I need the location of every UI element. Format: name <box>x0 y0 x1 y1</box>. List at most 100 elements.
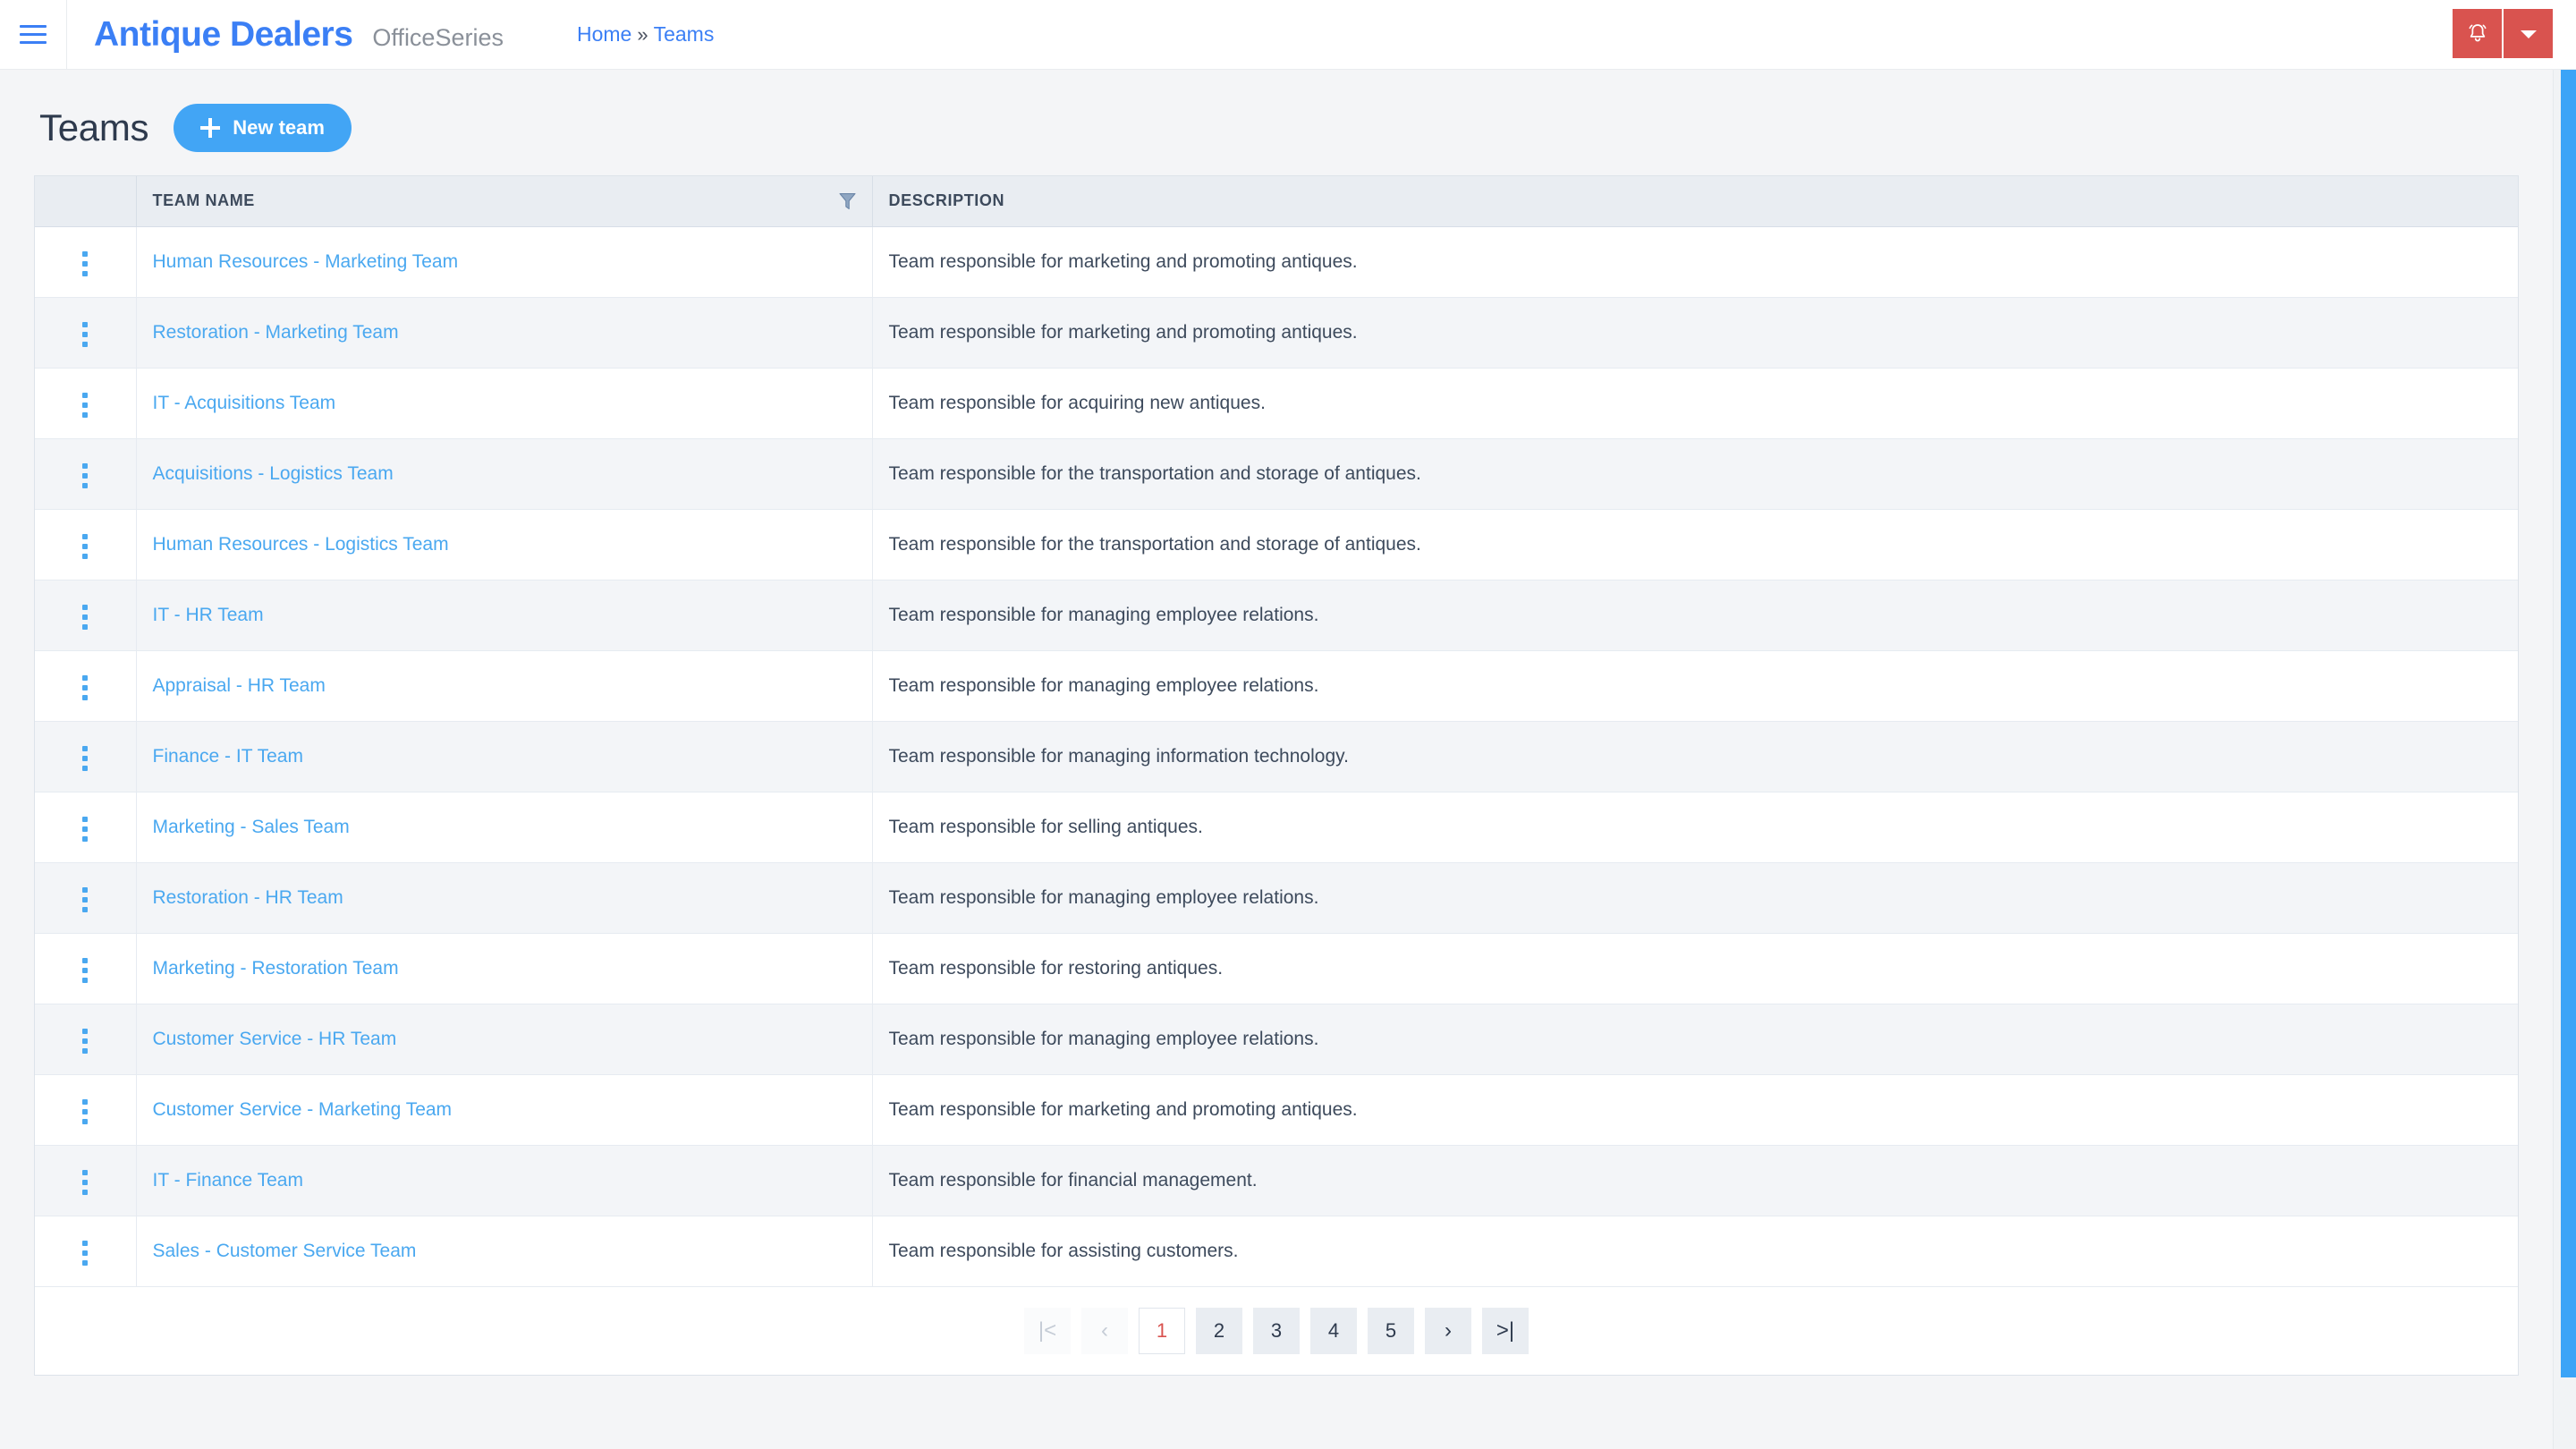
table-row: Marketing - Restoration Team Team respons… <box>35 933 2518 1004</box>
pagination: |< ‹ 1 2 3 4 5 › >| <box>35 1286 2518 1375</box>
row-actions-cell <box>35 438 137 510</box>
plus-icon <box>200 118 221 138</box>
page-scrollbar-thumb[interactable] <box>2561 70 2576 1377</box>
kebab-menu-icon[interactable] <box>68 1021 102 1061</box>
row-actions-cell <box>35 368 137 439</box>
team-name-link[interactable]: Finance - IT Team <box>153 746 303 767</box>
page-title: Teams <box>39 106 149 148</box>
team-description-cell: Team responsible for managing employee r… <box>872 862 2518 934</box>
team-name-link[interactable]: IT - Finance Team <box>153 1170 303 1191</box>
teams-table: TEAM NAME DESCRIPTION Human Resources - … <box>35 176 2518 1287</box>
pagination-page-2[interactable]: 2 <box>1196 1307 1242 1354</box>
user-dropdown-button[interactable] <box>2504 9 2553 58</box>
table-row: IT - HR Team Team responsible for managin… <box>35 580 2518 651</box>
team-name-cell: Customer Service - HR Team <box>136 1004 873 1075</box>
team-description-cell: Team responsible for financial managemen… <box>872 1145 2518 1216</box>
team-name-cell: Finance - IT Team <box>136 721 873 792</box>
team-description-cell: Team responsible for selling antiques. <box>872 792 2518 863</box>
team-name-link[interactable]: Customer Service - Marketing Team <box>153 1099 453 1120</box>
top-navigation-bar: Antique Dealers OfficeSeries Home » Team… <box>0 0 2576 70</box>
team-name-link[interactable]: IT - HR Team <box>153 605 264 625</box>
team-name-link[interactable]: Sales - Customer Service Team <box>153 1241 417 1261</box>
team-name-link[interactable]: Restoration - HR Team <box>153 887 343 908</box>
teams-table-card: TEAM NAME DESCRIPTION Human Resources - … <box>34 175 2519 1376</box>
column-header-team-name-label: TEAM NAME <box>152 191 255 210</box>
hamburger-menu-button[interactable] <box>0 0 66 70</box>
table-row: Human Resources - Logistics Team Team res… <box>35 509 2518 580</box>
pagination-prev-button[interactable]: ‹ <box>1081 1307 1128 1354</box>
kebab-menu-icon[interactable] <box>68 1163 102 1202</box>
pagination-page-4[interactable]: 4 <box>1310 1307 1357 1354</box>
breadcrumb-link-home[interactable]: Home <box>577 22 631 47</box>
page-header: Teams New team <box>34 70 2542 175</box>
table-row: Marketing - Sales Team Team responsible f… <box>35 792 2518 863</box>
row-actions-cell <box>35 650 137 722</box>
kebab-menu-icon[interactable] <box>68 1233 102 1273</box>
column-header-actions <box>35 176 137 227</box>
page-scrollbar-track[interactable] <box>2553 70 2576 1449</box>
caret-down-icon <box>2520 30 2537 38</box>
funnel-icon[interactable] <box>838 191 856 211</box>
team-name-link[interactable]: Human Resources - Marketing Team <box>153 251 459 272</box>
kebab-menu-icon[interactable] <box>68 597 102 637</box>
table-row: Appraisal - HR Team Team responsible for … <box>35 650 2518 722</box>
row-actions-cell <box>35 721 137 792</box>
row-actions-cell <box>35 509 137 580</box>
table-row: Acquisitions - Logistics Team Team respon… <box>35 438 2518 510</box>
team-name-link[interactable]: Appraisal - HR Team <box>153 675 326 696</box>
notifications-button[interactable] <box>2453 9 2502 58</box>
team-name-link[interactable]: Marketing - Sales Team <box>153 817 350 837</box>
column-header-description: DESCRIPTION <box>872 176 2518 227</box>
kebab-menu-icon[interactable] <box>68 809 102 849</box>
kebab-menu-icon[interactable] <box>68 244 102 284</box>
brand: Antique Dealers OfficeSeries <box>67 15 504 55</box>
team-description-cell: Team responsible for managing employee r… <box>872 580 2518 651</box>
team-name-cell: Human Resources - Marketing Team <box>136 226 873 298</box>
kebab-menu-icon[interactable] <box>68 1092 102 1131</box>
team-description-cell: Team responsible for restoring antiques. <box>872 933 2518 1004</box>
team-name-link[interactable]: Customer Service - HR Team <box>153 1029 397 1049</box>
team-name-cell: IT - Finance Team <box>136 1145 873 1216</box>
team-name-link[interactable]: IT - Acquisitions Team <box>153 393 336 413</box>
main-content: Teams New team TEAM NAME DESCRIPTION Hum… <box>0 70 2576 1376</box>
team-name-link[interactable]: Human Resources - Logistics Team <box>153 534 449 555</box>
pagination-page-1[interactable]: 1 <box>1139 1307 1185 1354</box>
hamburger-icon <box>20 20 47 49</box>
kebab-menu-icon[interactable] <box>68 315 102 354</box>
kebab-menu-icon[interactable] <box>68 386 102 425</box>
table-row: IT - Acquisitions Team Team responsible f… <box>35 368 2518 439</box>
table-body: Human Resources - Marketing Team Team res… <box>35 226 2518 1287</box>
team-name-cell: Marketing - Restoration Team <box>136 933 873 1004</box>
kebab-menu-icon[interactable] <box>68 456 102 496</box>
kebab-menu-icon[interactable] <box>68 668 102 708</box>
team-name-cell: Restoration - HR Team <box>136 862 873 934</box>
kebab-menu-icon[interactable] <box>68 951 102 990</box>
row-actions-cell <box>35 792 137 863</box>
pagination-next-button[interactable]: › <box>1425 1307 1471 1354</box>
brand-title[interactable]: Antique Dealers <box>94 15 353 55</box>
table-row: Restoration - HR Team Team responsible fo… <box>35 862 2518 934</box>
team-description-cell: Team responsible for marketing and promo… <box>872 226 2518 298</box>
brand-subtitle: OfficeSeries <box>372 23 504 51</box>
kebab-menu-icon[interactable] <box>68 880 102 919</box>
team-name-link[interactable]: Restoration - Marketing Team <box>153 322 399 343</box>
table-row: Finance - IT Team Team responsible for ma… <box>35 721 2518 792</box>
team-name-link[interactable]: Acquisitions - Logistics Team <box>153 463 394 484</box>
pagination-page-5[interactable]: 5 <box>1368 1307 1414 1354</box>
team-name-cell: Appraisal - HR Team <box>136 650 873 722</box>
table-header: TEAM NAME DESCRIPTION <box>35 176 2518 227</box>
row-actions-cell <box>35 297 137 369</box>
new-team-button[interactable]: New team <box>174 104 352 152</box>
team-description-cell: Team responsible for acquiring new antiq… <box>872 368 2518 439</box>
breadcrumb-link-teams[interactable]: Teams <box>654 22 715 47</box>
team-name-link[interactable]: Marketing - Restoration Team <box>153 958 399 979</box>
kebab-menu-icon[interactable] <box>68 527 102 566</box>
pagination-first-button[interactable]: |< <box>1024 1307 1071 1354</box>
team-name-cell: Acquisitions - Logistics Team <box>136 438 873 510</box>
kebab-menu-icon[interactable] <box>68 739 102 778</box>
pagination-page-3[interactable]: 3 <box>1253 1307 1300 1354</box>
row-actions-cell <box>35 862 137 934</box>
pagination-last-button[interactable]: >| <box>1482 1307 1529 1354</box>
team-name-cell: Marketing - Sales Team <box>136 792 873 863</box>
breadcrumb-separator: » <box>637 23 648 46</box>
